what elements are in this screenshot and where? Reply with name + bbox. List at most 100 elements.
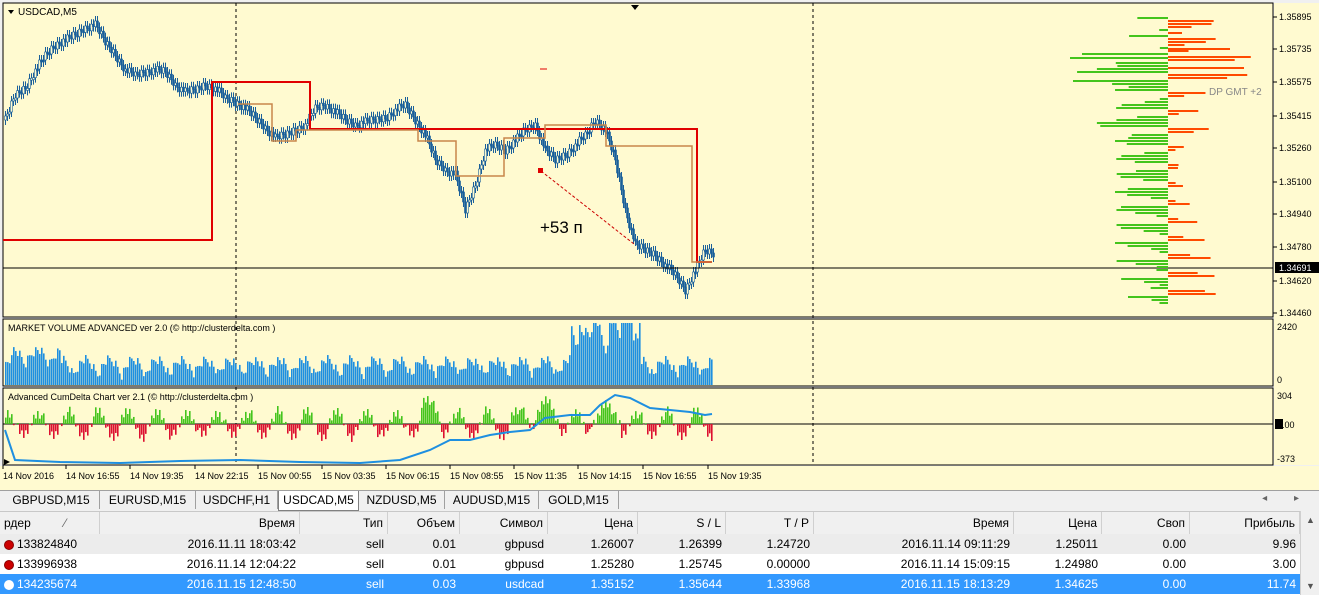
column-header[interactable]: Тип <box>300 512 388 534</box>
table-cell: 133824840 <box>0 534 100 554</box>
table-header: рдер ⁄ Время Тип Объем Символ Цена S / LT / PВ… <box>0 511 1300 535</box>
price-tick-label: 1.35575 <box>1279 77 1312 87</box>
time-tick-label: 15 Nov 06:15 <box>386 471 440 481</box>
table-cell: 1.26007 <box>590 537 634 551</box>
table-cell: 3.00 <box>1272 557 1296 571</box>
chart-tab[interactable]: GBPUSD,M15 <box>3 491 100 509</box>
chart-tabs-bar: GBPUSD,M15 EURUSD,M15 USDCHF,H1 USDCAD,M5 NZ… <box>0 490 1319 511</box>
table-cell: 1.35152 <box>590 577 634 591</box>
cumdelta-axis-bottom: -373 <box>1277 454 1295 464</box>
table-row[interactable]: 134235674 2016.11.15 12:48:50 sell 0.03 usdc… <box>0 574 1300 594</box>
table-cell: 0.01 <box>432 557 456 571</box>
table-cell: 0.00 <box>1162 577 1186 591</box>
price-tick-label: 1.34940 <box>1279 209 1312 219</box>
price-chart[interactable]: USDCAD,M5 +53 п DP GMT +2 1.35895 1.35735… <box>0 0 1319 490</box>
time-tick-label: 15 Nov 11:35 <box>514 471 567 481</box>
price-tick-label: 1.34780 <box>1279 242 1312 252</box>
trade-open-marker <box>538 168 543 173</box>
time-tick-label: 15 Nov 19:35 <box>708 471 762 481</box>
column-header[interactable]: Время <box>814 512 1014 534</box>
column-header[interactable]: Время <box>100 512 300 534</box>
time-tick-label: 14 Nov 16:55 <box>66 471 120 481</box>
table-scrollbar[interactable]: ▲ ▼ <box>1300 511 1319 595</box>
column-header[interactable]: рдер ⁄ <box>0 512 100 534</box>
table-cell: 1.24720 <box>766 537 810 551</box>
table-cell: 1.25011 <box>1055 537 1099 551</box>
time-tick-label: 14 Nov 19:35 <box>130 471 184 481</box>
time-tick-label: 15 Nov 14:15 <box>578 471 632 481</box>
price-tick-label: 1.35735 <box>1279 44 1312 54</box>
table-cell: 1.25745 <box>678 557 722 571</box>
cumdelta-panel-title: Advanced CumDelta Chart ver 2.1 (© http:… <box>8 392 253 402</box>
price-tick-label: 1.35895 <box>1279 12 1312 22</box>
table-cell: gbpusd <box>504 557 544 571</box>
table-row[interactable]: 133824840 2016.11.11 18:03:42 sell 0.01 gbpu… <box>0 534 1300 554</box>
table-cell: 9.96 <box>1272 537 1296 551</box>
table-cell: 0.03 <box>432 577 456 591</box>
table-cell: gbpusd <box>504 537 544 551</box>
cumdelta-axis-mid: 0.00 <box>1277 420 1295 430</box>
order-id: 134235674 <box>17 577 78 591</box>
column-header[interactable]: Символ <box>460 512 548 534</box>
table-cell: 1.24980 <box>1054 557 1098 571</box>
table-cell: sell <box>365 537 384 551</box>
table-cell: 134235674 <box>0 574 100 594</box>
column-header[interactable]: T / P <box>726 512 814 534</box>
tab-scroll-arrows[interactable]: ◂ ▸ <box>1262 493 1311 504</box>
column-header[interactable]: Объем <box>388 512 460 534</box>
table-cell: 0.00 <box>1162 537 1186 551</box>
chart-tab[interactable]: EURUSD,M15 <box>100 491 196 509</box>
column-header[interactable]: Цена <box>548 512 638 534</box>
time-tick-label: 15 Nov 03:35 <box>322 471 376 481</box>
table-cell: 2016.11.14 12:04:22 <box>186 557 296 571</box>
column-header[interactable]: Цена <box>1014 512 1102 534</box>
scroll-up-icon[interactable]: ▲ <box>1306 515 1315 525</box>
table-cell: 1.34625 <box>1054 577 1098 591</box>
table-cell: 2016.11.15 18:13:29 <box>900 577 1010 591</box>
table-row[interactable]: 133996938 2016.11.14 12:04:22 sell 0.01 gbpu… <box>0 554 1300 574</box>
table-cell: 2016.11.11 18:03:42 <box>187 537 296 551</box>
price-tick-label: 1.34460 <box>1279 308 1312 318</box>
profit-annotation: +53 п <box>540 218 583 237</box>
table-cell: 2016.11.14 15:09:15 <box>900 557 1010 571</box>
time-tick-label: 15 Nov 00:55 <box>258 471 312 481</box>
table-cell: 0.01 <box>432 537 456 551</box>
cumdelta-axis-top: 304 <box>1277 391 1292 401</box>
chart-tab[interactable]: USDCAD,M5 <box>278 491 359 511</box>
price-tick-label: 1.34620 <box>1279 276 1312 286</box>
chart-tab[interactable]: USDCHF,H1 <box>196 491 278 509</box>
table-cell: 0.00000 <box>766 557 810 571</box>
dp-gmt-label: DP GMT +2 <box>1209 87 1262 98</box>
order-id: 133824840 <box>17 537 78 551</box>
time-tick-label: 14 Nov 22:15 <box>195 471 249 481</box>
column-header[interactable]: S / L <box>638 512 726 534</box>
table-cell: 1.33968 <box>766 577 810 591</box>
volume-axis-top: 2420 <box>1277 322 1297 332</box>
chart-window[interactable]: USDCAD,M5 +53 п DP GMT +2 1.35895 1.35735… <box>0 0 1319 490</box>
main-panel-bg <box>2 2 1274 318</box>
time-tick-label: 15 Nov 16:55 <box>643 471 697 481</box>
table-cell: 1.26399 <box>678 537 722 551</box>
current-price-value: 1.34691 <box>1279 263 1312 273</box>
time-tick-label: 15 Nov 08:55 <box>450 471 504 481</box>
column-header[interactable]: Прибыль <box>1190 512 1300 534</box>
order-type-icon <box>4 559 14 570</box>
table-cell: 0.00 <box>1162 557 1186 571</box>
sort-icon: ⁄ <box>60 516 67 530</box>
chart-symbol-title: USDCAD,M5 <box>18 7 77 18</box>
chart-tab[interactable]: NZDUSD,M5 <box>359 491 445 509</box>
chart-tab[interactable]: AUDUSD,M15 <box>445 491 539 509</box>
table-cell: 2016.11.15 12:48:50 <box>186 577 296 591</box>
order-type-icon <box>4 539 14 550</box>
column-header[interactable]: Своп <box>1102 512 1190 534</box>
price-tick-label: 1.35415 <box>1279 111 1312 121</box>
order-type-icon <box>4 579 14 590</box>
table-cell: 11.74 <box>1266 577 1296 591</box>
time-tick-label: 14 Nov 2016 <box>3 471 54 481</box>
price-tick-label: 1.35260 <box>1279 143 1312 153</box>
chart-tab[interactable]: GOLD,M15 <box>539 491 619 509</box>
order-id: 133996938 <box>17 557 78 571</box>
table-cell: 133996938 <box>0 554 100 574</box>
scroll-down-icon[interactable]: ▼ <box>1306 581 1315 591</box>
table-cell: 2016.11.14 09:11:29 <box>901 537 1010 551</box>
